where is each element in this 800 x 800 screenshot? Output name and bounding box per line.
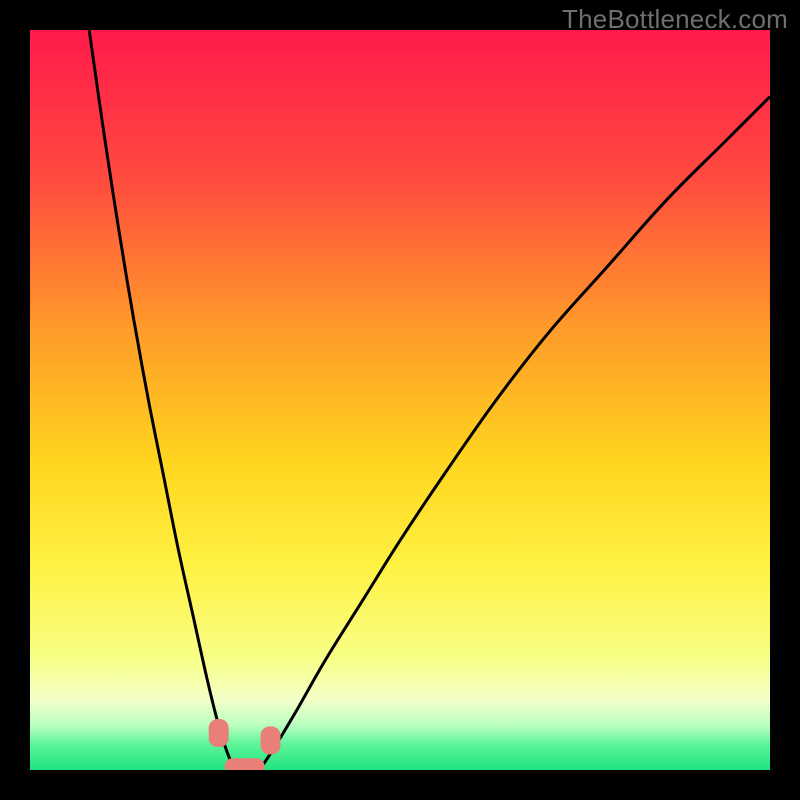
curves-layer [30, 30, 770, 770]
left-marker [209, 719, 229, 747]
bottom-marker [225, 758, 265, 770]
left-curve [89, 30, 237, 770]
right-curve [259, 97, 770, 770]
marker-layer [209, 719, 281, 770]
plot-area [30, 30, 770, 770]
right-marker [261, 726, 281, 754]
chart-frame: TheBottleneck.com [0, 0, 800, 800]
